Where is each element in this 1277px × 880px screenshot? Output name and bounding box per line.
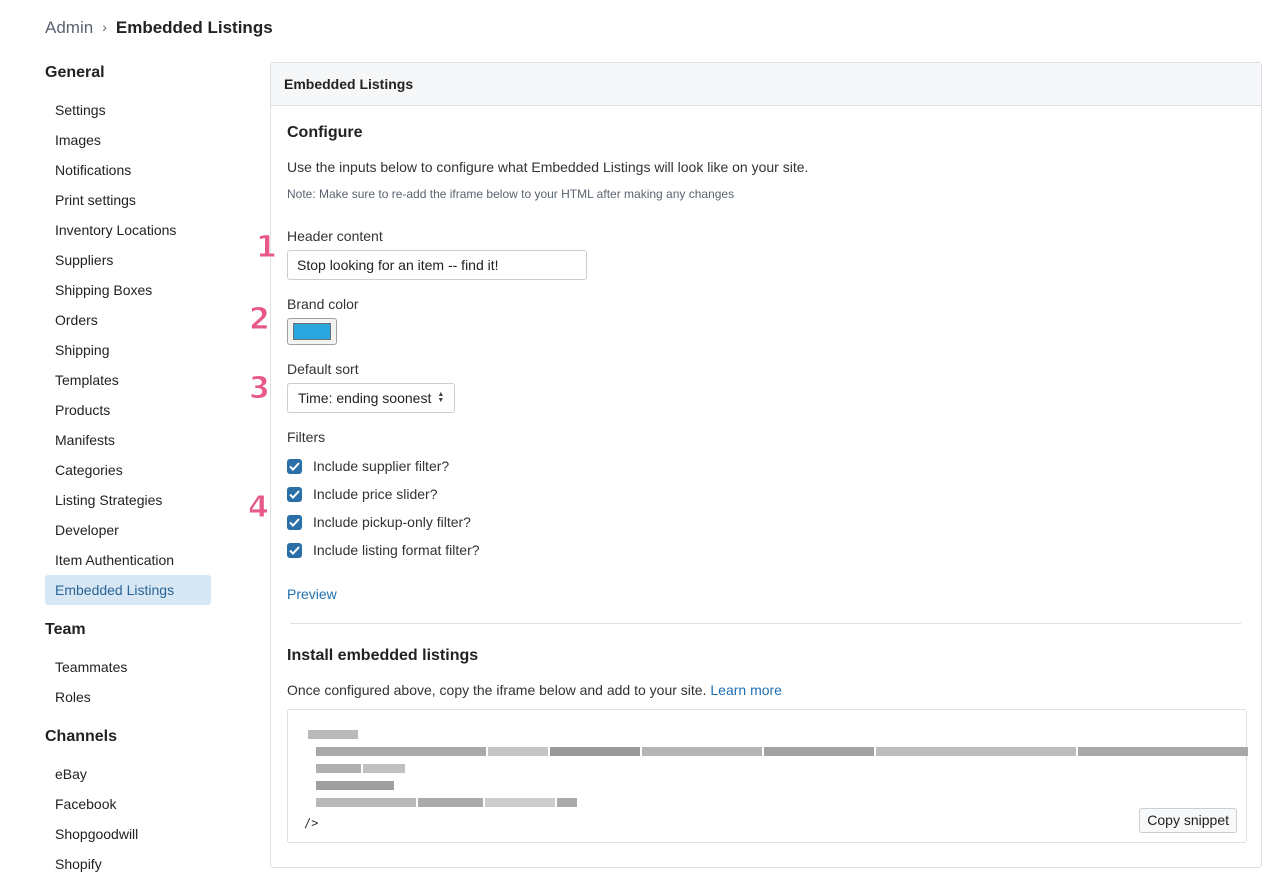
- sidebar-item-ebay[interactable]: eBay: [45, 759, 211, 789]
- sidebar-item-shopgoodwill[interactable]: Shopgoodwill: [45, 819, 211, 849]
- select-arrows-icon: ▲ ▼: [437, 391, 445, 404]
- panel-body: Configure Use the inputs below to config…: [287, 106, 1250, 867]
- filter-price-slider-row[interactable]: Include price slider?: [287, 480, 480, 508]
- filter-pickup-only-label: Include pickup-only filter?: [313, 514, 471, 530]
- sidebar-group-title: General: [45, 64, 105, 81]
- configure-description: Use the inputs below to configure what E…: [287, 159, 809, 175]
- default-sort-label: Default sort: [287, 361, 359, 377]
- install-title: Install embedded listings: [287, 647, 479, 664]
- sidebar-item-teammates[interactable]: Teammates: [45, 652, 211, 682]
- filters-label: Filters: [287, 429, 326, 445]
- sidebar-item-embedded-listings[interactable]: Embedded Listings: [45, 575, 211, 605]
- configure-note: Note: Make sure to re-add the iframe bel…: [287, 187, 735, 201]
- header-content-input[interactable]: [287, 250, 587, 280]
- iframe-snippet-box[interactable]: /> Copy snippet: [287, 709, 1250, 843]
- sidebar-item-shipping-boxes[interactable]: Shipping Boxes: [45, 275, 211, 305]
- redacted-code-line: [316, 798, 579, 807]
- sidebar-item-products[interactable]: Products: [45, 395, 211, 425]
- learn-more-link[interactable]: Learn more: [710, 682, 782, 698]
- step-marker-3: 3: [249, 371, 271, 407]
- breadcrumb: Admin › Embedded Listings: [45, 18, 273, 38]
- install-description-text: Once configured above, copy the iframe b…: [287, 682, 707, 698]
- chevron-right-icon: ›: [102, 19, 107, 35]
- checkbox-checked-icon[interactable]: [287, 542, 302, 558]
- step-marker-4: 4: [248, 490, 270, 526]
- redacted-code-line: [316, 747, 1250, 756]
- configure-title: Configure: [287, 124, 363, 141]
- sidebar-item-manifests[interactable]: Manifests: [45, 425, 211, 455]
- install-description: Once configured above, copy the iframe b…: [287, 682, 782, 698]
- sidebar-item-templates[interactable]: Templates: [45, 365, 211, 395]
- sidebar-item-facebook[interactable]: Facebook: [45, 789, 211, 819]
- sidebar-group-title: Team: [45, 621, 86, 638]
- filters-list: Include supplier filter? Include price s…: [287, 452, 480, 564]
- sidebar-item-notifications[interactable]: Notifications: [45, 155, 211, 185]
- header-content-label: Header content: [287, 228, 383, 244]
- sidebar-group-team: Team Teammates Roles: [45, 619, 215, 712]
- section-divider: [290, 623, 1241, 624]
- breadcrumb-current: Embedded Listings: [115, 18, 273, 37]
- sidebar-item-inventory-locations[interactable]: Inventory Locations: [45, 215, 211, 245]
- filter-supplier-row[interactable]: Include supplier filter?: [287, 452, 480, 480]
- sidebar: General Settings Images Notifications Pr…: [45, 62, 215, 880]
- sidebar-item-suppliers[interactable]: Suppliers: [45, 245, 211, 275]
- redacted-code-line: [308, 730, 360, 739]
- filter-listing-format-row[interactable]: Include listing format filter?: [287, 536, 480, 564]
- sidebar-item-developer[interactable]: Developer: [45, 515, 211, 545]
- sidebar-item-listing-strategies[interactable]: Listing Strategies: [45, 485, 211, 515]
- sidebar-item-shopify[interactable]: Shopify: [45, 849, 211, 879]
- preview-link[interactable]: Preview: [287, 586, 337, 602]
- sidebar-item-categories[interactable]: Categories: [45, 455, 211, 485]
- embedded-listings-panel: Embedded Listings Configure Use the inpu…: [270, 62, 1262, 868]
- filter-pickup-only-row[interactable]: Include pickup-only filter?: [287, 508, 480, 536]
- default-sort-value: Time: ending soonest: [298, 390, 432, 406]
- panel-title: Embedded Listings: [271, 63, 1261, 106]
- checkbox-checked-icon[interactable]: [287, 458, 302, 474]
- sidebar-group-general: General Settings Images Notifications Pr…: [45, 62, 215, 605]
- checkbox-checked-icon[interactable]: [287, 514, 302, 530]
- sidebar-item-item-authentication[interactable]: Item Authentication: [45, 545, 211, 575]
- filter-listing-format-label: Include listing format filter?: [313, 542, 480, 558]
- sidebar-item-print-settings[interactable]: Print settings: [45, 185, 211, 215]
- checkbox-checked-icon[interactable]: [287, 486, 302, 502]
- sidebar-item-images[interactable]: Images: [45, 125, 211, 155]
- brand-color-fill: [293, 323, 331, 340]
- sidebar-group-title: Channels: [45, 728, 118, 745]
- brand-color-label: Brand color: [287, 296, 359, 312]
- step-marker-2: 2: [249, 302, 271, 338]
- copy-snippet-button[interactable]: Copy snippet: [1139, 808, 1237, 833]
- sidebar-item-settings[interactable]: Settings: [45, 95, 211, 125]
- brand-color-picker[interactable]: [287, 318, 337, 345]
- default-sort-select[interactable]: Time: ending soonest ▲ ▼: [287, 383, 456, 413]
- sidebar-group-channels: Channels eBay Facebook Shopgoodwill Shop…: [45, 726, 215, 879]
- filter-price-slider-label: Include price slider?: [313, 486, 438, 502]
- redacted-code-line: [316, 781, 396, 790]
- sidebar-item-roles[interactable]: Roles: [45, 682, 211, 712]
- redacted-code-line: [316, 764, 407, 773]
- sidebar-item-orders[interactable]: Orders: [45, 305, 211, 335]
- sidebar-item-shipping[interactable]: Shipping: [45, 335, 211, 365]
- filter-supplier-label: Include supplier filter?: [313, 458, 450, 474]
- breadcrumb-admin-link[interactable]: Admin: [45, 18, 93, 38]
- step-marker-1: 1: [256, 230, 278, 266]
- snippet-end: />: [304, 816, 319, 830]
